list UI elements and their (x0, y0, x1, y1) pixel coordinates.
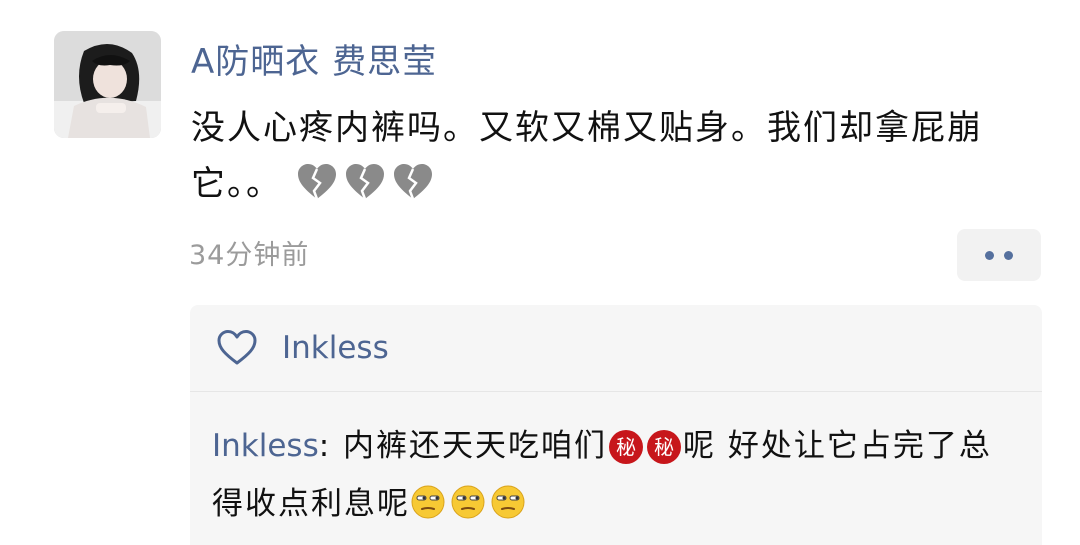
secret-icon: 秘 (647, 430, 682, 464)
secret-icon: 秘 (609, 430, 644, 464)
post-emoji-group (296, 162, 440, 218)
broken-heart-icon (346, 164, 384, 200)
avatar[interactable] (54, 31, 161, 138)
post-author-name[interactable]: A防晒衣 费思莹 (191, 40, 437, 84)
comment-text-part1: 内裤还天天吃咱们 (343, 428, 608, 464)
broken-heart-icon (298, 164, 336, 200)
post-timestamp: 34分钟前 (189, 240, 310, 271)
avatar-image (54, 31, 161, 138)
unamused-face-icon (411, 485, 445, 519)
likes-row: Inkless (190, 305, 1042, 392)
comment-author[interactable]: Inkless (212, 428, 319, 464)
comment-item[interactable]: Inkless: 内裤还天天吃咱们秘秘呢 好处让它占完了总得收点利息呢 (212, 417, 1012, 533)
more-actions-button[interactable] (957, 229, 1041, 281)
more-dots-icon (1004, 250, 1013, 260)
more-dots-icon (985, 250, 994, 260)
unamused-face-icon (491, 485, 525, 519)
comment-separator: : (318, 428, 344, 464)
unamused-face-icon (451, 485, 485, 519)
heart-outline-icon (217, 330, 257, 365)
liker-name[interactable]: Inkless (282, 327, 389, 369)
post-text: 没人心疼内裤吗。又软又棉又贴身。我们却拿屁崩它。。 (191, 100, 1041, 218)
interaction-panel: Inkless Inkless: 内裤还天天吃咱们秘秘呢 好处让它占完了总得收点… (190, 305, 1042, 545)
broken-heart-icon (394, 164, 432, 200)
